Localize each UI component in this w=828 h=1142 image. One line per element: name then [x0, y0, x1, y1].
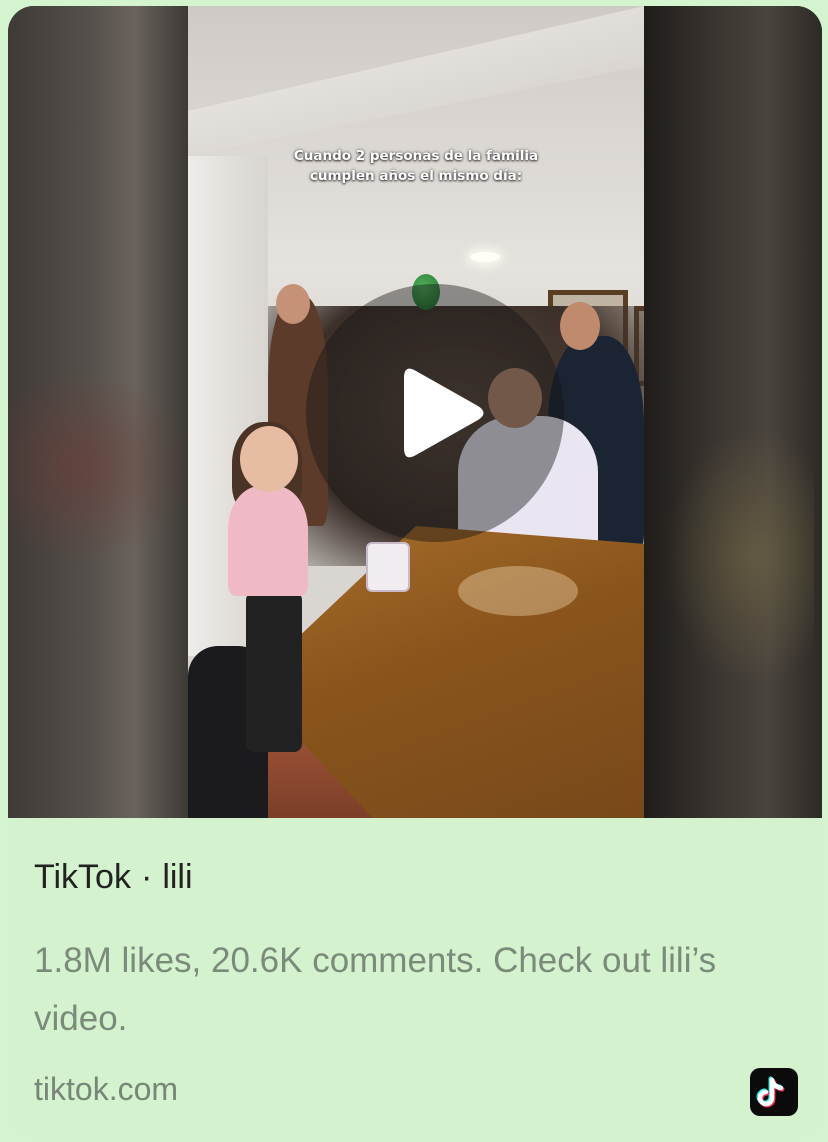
- card-domain[interactable]: tiktok.com: [34, 1071, 178, 1108]
- scene-ceiling-light: [470, 252, 500, 262]
- scene-table-shine: [458, 566, 578, 616]
- scene-girl-legs: [246, 592, 302, 752]
- scene-person-left-head: [276, 284, 310, 324]
- play-button[interactable]: [306, 284, 564, 542]
- blurred-backdrop-right: [644, 6, 822, 818]
- title-separator: ·: [140, 858, 153, 896]
- play-icon: [404, 368, 484, 458]
- blurred-backdrop-left: [8, 6, 188, 818]
- card-title[interactable]: TikTok · lili: [34, 858, 193, 897]
- card-description: 1.8M likes, 20.6K comments. Check out li…: [34, 941, 717, 1038]
- tiktok-logo-icon: [750, 1068, 798, 1116]
- scene-girl: [228, 486, 308, 596]
- scene-girl-head: [240, 426, 298, 492]
- scene-person-right-head: [560, 302, 600, 350]
- author-name: lili: [162, 858, 193, 896]
- video-caption-line-2: cumplen años el mismo día:: [309, 168, 523, 184]
- scene-cake: [366, 542, 410, 592]
- video-caption: Cuando 2 personas de la familia cumplen …: [188, 146, 644, 186]
- source-name: TikTok: [34, 858, 131, 896]
- video-caption-line-1: Cuando 2 personas de la familia: [293, 148, 539, 164]
- video-thumbnail[interactable]: Cuando 2 personas de la familia cumplen …: [8, 6, 822, 818]
- link-preview-card[interactable]: Cuando 2 personas de la familia cumplen …: [8, 6, 822, 1138]
